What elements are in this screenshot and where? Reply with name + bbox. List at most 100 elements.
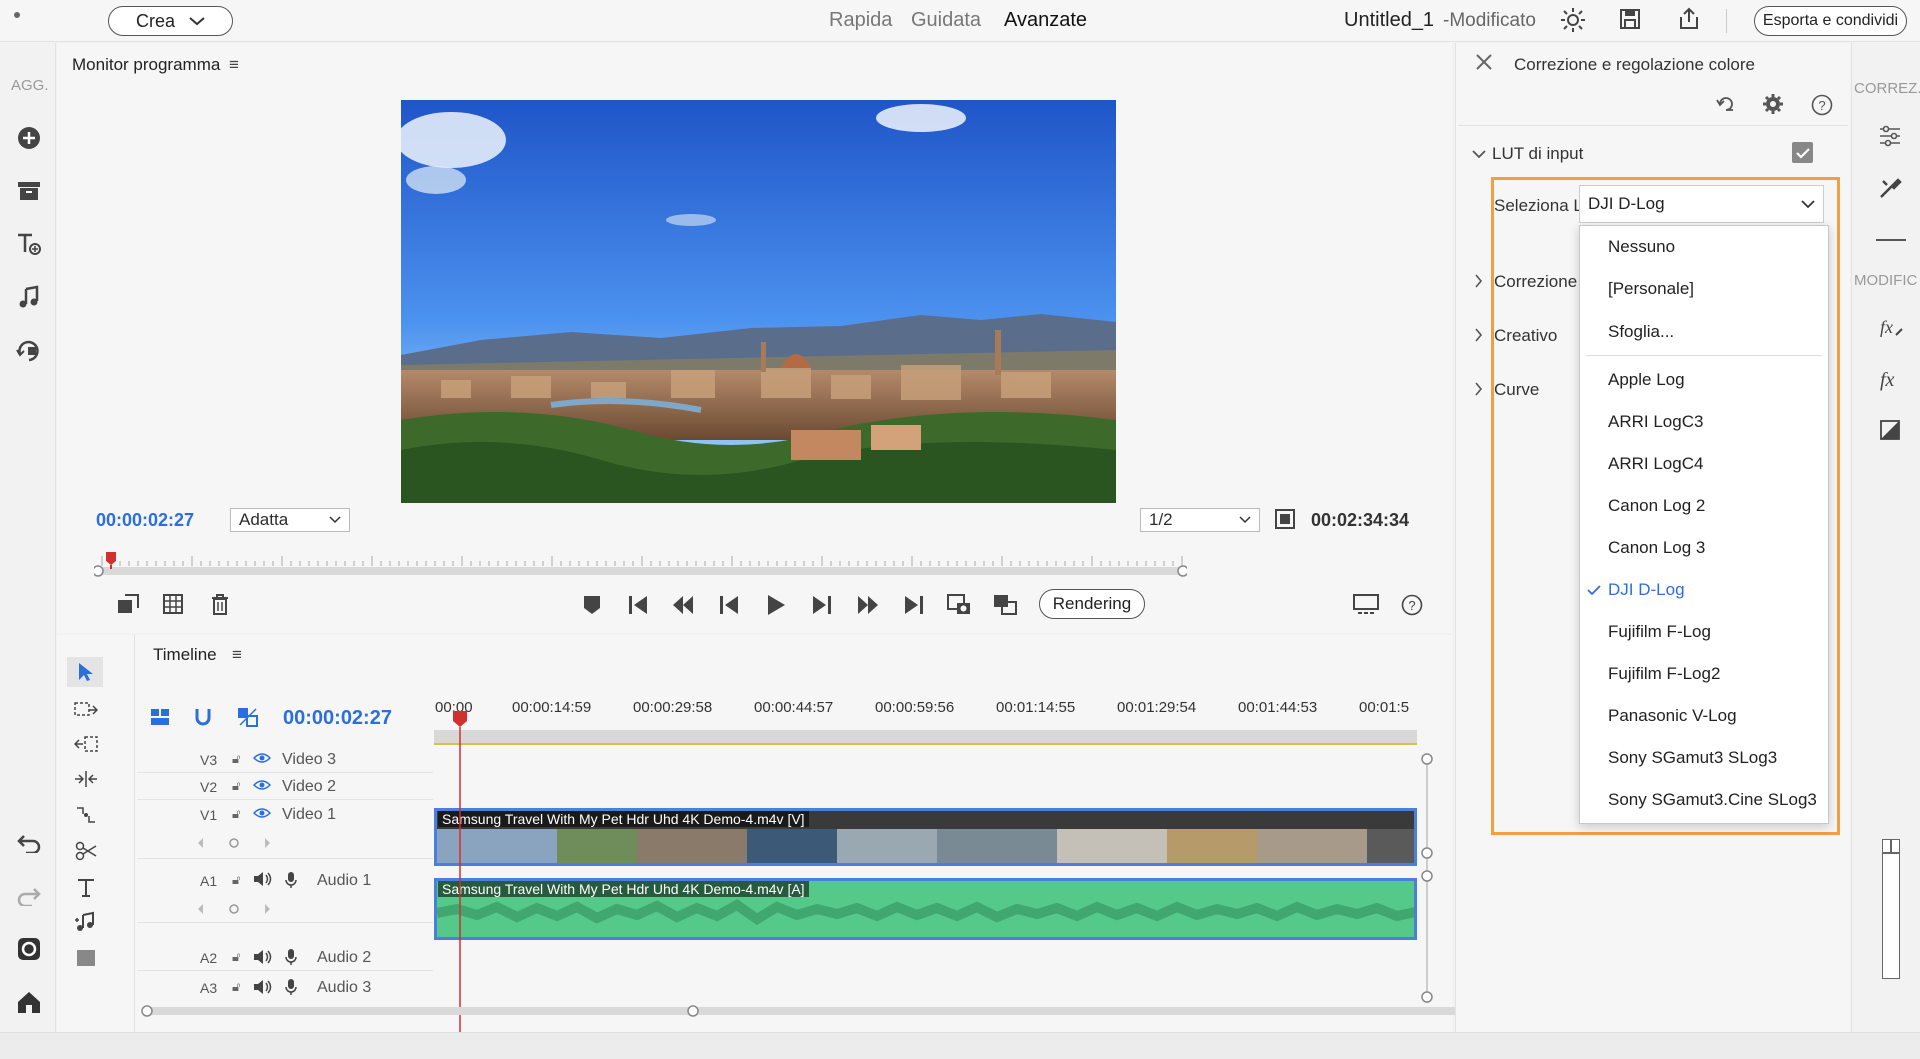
effects-adjust-icon[interactable]: fx xyxy=(1878,315,1904,339)
settings-gear-icon[interactable] xyxy=(1762,93,1784,115)
eye-icon[interactable] xyxy=(253,806,271,820)
brightness-icon[interactable] xyxy=(1560,7,1586,33)
add-marker-icon[interactable] xyxy=(579,592,605,618)
display-settings-icon[interactable] xyxy=(1353,592,1379,618)
microphone-icon[interactable] xyxy=(285,948,297,966)
lut-option-selected[interactable]: DJI D-Log xyxy=(1608,580,1685,600)
split-tool-icon[interactable] xyxy=(74,770,98,788)
speaker-icon[interactable] xyxy=(253,871,273,887)
save-icon[interactable] xyxy=(1619,8,1641,30)
lut-option[interactable]: [Personale] xyxy=(1608,279,1694,299)
speaker-icon[interactable] xyxy=(253,979,273,995)
go-to-start-icon[interactable] xyxy=(625,592,651,618)
help-icon[interactable]: ? xyxy=(1811,94,1833,116)
microphone-icon[interactable] xyxy=(285,871,297,889)
monitor-scrubber[interactable] xyxy=(94,548,1187,578)
smart-trim-tool-icon[interactable] xyxy=(74,805,98,825)
export-frame-icon[interactable] xyxy=(115,591,141,617)
undo-icon[interactable] xyxy=(14,828,44,858)
monitor-current-timecode[interactable]: 00:00:02:27 xyxy=(96,510,194,531)
timeline-view-icon[interactable] xyxy=(150,708,170,726)
lut-option[interactable]: Canon Log 2 xyxy=(1608,496,1705,516)
section-correction[interactable]: Correzione xyxy=(1494,272,1577,292)
reset-icon[interactable] xyxy=(1716,95,1736,113)
close-icon[interactable] xyxy=(1475,53,1493,71)
panel-menu-icon[interactable]: ≡ xyxy=(229,55,239,75)
section-creative[interactable]: Creativo xyxy=(1494,326,1557,346)
help-icon[interactable]: ? xyxy=(1399,592,1425,618)
eye-icon[interactable] xyxy=(253,778,271,792)
lut-option[interactable]: Sony SGamut3.Cine SLog3 xyxy=(1608,790,1817,810)
export-share-button[interactable]: Esporta e condividi xyxy=(1754,6,1907,36)
mode-guided-tab[interactable]: Guidata xyxy=(911,9,981,32)
scissors-tool-icon[interactable] xyxy=(75,841,97,861)
resolution-select[interactable]: 1/2 xyxy=(1140,508,1260,532)
playhead[interactable] xyxy=(452,711,468,1038)
timeline-menu-icon[interactable]: ≡ xyxy=(232,645,242,665)
color-tools-icon[interactable] xyxy=(1878,176,1902,200)
timeline-timecode[interactable]: 00:00:02:27 xyxy=(283,707,392,730)
mode-quick-tab[interactable]: Rapida xyxy=(829,9,892,32)
lut-enable-checkbox[interactable] xyxy=(1792,142,1813,163)
lut-option[interactable]: Sfoglia... xyxy=(1608,322,1674,342)
timeline-ruler[interactable]: 00:00 00:00:14:59 00:00:29:58 00:00:44:5… xyxy=(435,695,1477,723)
step-forward-icon[interactable] xyxy=(809,592,835,618)
lut-option[interactable]: Nessuno xyxy=(1608,237,1675,257)
lut-option[interactable]: ARRI LogC4 xyxy=(1608,454,1703,474)
mode-expert-tab[interactable]: Avanzate xyxy=(1004,9,1087,32)
rewind-icon[interactable] xyxy=(670,592,696,618)
step-back-icon[interactable] xyxy=(716,592,742,618)
video-clip[interactable]: Samsung Travel With My Pet Hdr Uhd 4K De… xyxy=(434,808,1417,866)
rectangle-tool-icon[interactable] xyxy=(76,949,96,967)
adjustments-icon[interactable] xyxy=(1878,125,1902,147)
trash-icon[interactable] xyxy=(207,591,233,617)
lock-icon[interactable]: 🔓︎ xyxy=(232,872,240,888)
add-title-icon[interactable] xyxy=(14,229,44,259)
vertical-scrollbar[interactable] xyxy=(1421,753,1433,1003)
lut-select[interactable]: DJI D-Log xyxy=(1579,185,1824,223)
chevron-right-icon[interactable] xyxy=(1474,382,1483,396)
create-button[interactable]: Crea xyxy=(108,6,233,36)
music-icon[interactable] xyxy=(14,282,44,312)
multicam-icon[interactable] xyxy=(992,592,1018,618)
lock-icon[interactable]: 🔓︎ xyxy=(232,778,240,794)
lut-option[interactable]: Canon Log 3 xyxy=(1608,538,1705,558)
share-icon[interactable] xyxy=(1677,7,1701,31)
snapshot-icon[interactable] xyxy=(946,592,972,618)
eye-icon[interactable] xyxy=(253,751,271,765)
timeline-work-area[interactable] xyxy=(434,730,1417,745)
microphone-icon[interactable] xyxy=(285,978,297,996)
lock-icon[interactable]: 🔓︎ xyxy=(232,751,240,767)
play-icon[interactable] xyxy=(763,592,789,618)
fullscreen-icon[interactable] xyxy=(1274,508,1296,530)
lut-option[interactable]: Fujifilm F-Log xyxy=(1608,622,1711,642)
video-preview[interactable] xyxy=(401,100,1116,503)
archive-icon[interactable] xyxy=(14,176,44,206)
effects-icon[interactable]: fx xyxy=(1878,367,1904,391)
organizer-icon[interactable] xyxy=(14,934,44,964)
lut-option[interactable]: Sony SGamut3 SLog3 xyxy=(1608,748,1777,768)
lut-option[interactable]: Apple Log xyxy=(1608,370,1685,390)
speaker-icon[interactable] xyxy=(253,949,273,965)
snap-icon[interactable] xyxy=(194,707,212,727)
audio-clip[interactable]: Samsung Travel With My Pet Hdr Uhd 4K De… xyxy=(434,878,1417,940)
lut-option[interactable]: Fujifilm F-Log2 xyxy=(1608,664,1720,684)
lock-icon[interactable]: 🔓︎ xyxy=(232,806,240,822)
go-to-end-icon[interactable] xyxy=(901,592,927,618)
selection-tool-icon[interactable] xyxy=(67,657,103,687)
audio-tool-icon[interactable] xyxy=(74,911,98,933)
section-curves[interactable]: Curve xyxy=(1494,380,1539,400)
keyframe-nav-icon[interactable] xyxy=(197,837,271,849)
home-icon[interactable] xyxy=(14,987,44,1017)
horizontal-scrollbar[interactable] xyxy=(140,1004,1480,1018)
chevron-right-icon[interactable] xyxy=(1474,328,1483,342)
render-button[interactable]: Rendering xyxy=(1039,589,1145,619)
app-menu-dot[interactable] xyxy=(14,12,20,18)
lut-option[interactable]: ARRI LogC3 xyxy=(1608,412,1703,432)
add-media-icon[interactable] xyxy=(14,123,44,153)
keyframe-nav-icon[interactable] xyxy=(197,903,271,915)
grid-icon[interactable] xyxy=(160,591,186,617)
lut-option[interactable]: Panasonic V-Log xyxy=(1608,706,1737,726)
redo-icon[interactable] xyxy=(14,881,44,911)
lock-icon[interactable]: 🔓︎ xyxy=(232,949,240,965)
